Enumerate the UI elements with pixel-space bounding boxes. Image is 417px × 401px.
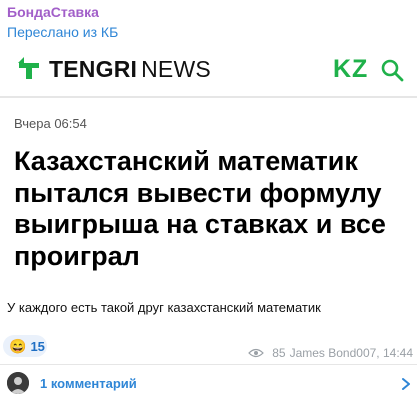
article-headline[interactable]: Казахстанский математик пытался вывести … [14, 146, 404, 272]
logo-text-tengri: TENGRI [49, 55, 138, 82]
site-header: TENGRI NEWS KZ [0, 44, 417, 98]
article-date: Вчера 06:54 [14, 116, 87, 131]
comments-label[interactable]: 1 комментарий [40, 376, 137, 391]
divider [0, 364, 417, 365]
logo-text-news: NEWS [141, 55, 211, 82]
comments-bar[interactable]: 1 комментарий [0, 368, 417, 401]
laugh-emoji-icon: 😄 [9, 337, 27, 354]
person-avatar-icon [7, 372, 29, 394]
forwarded-from[interactable]: Переслано из КБ [7, 24, 118, 40]
article-preview[interactable]: TENGRI NEWS KZ Вчера 06:54 Казахстанский… [0, 44, 417, 288]
tengri-news-logo: TENGRI NEWS [15, 52, 211, 86]
reaction-count: 15 [30, 338, 45, 354]
message-meta: 85 James Bond007, 14:44 [248, 346, 413, 360]
tengri-logo-icon [18, 57, 39, 79]
eye-icon [248, 348, 265, 358]
chevron-right-icon[interactable] [401, 377, 411, 391]
region-label[interactable]: KZ [333, 55, 368, 84]
view-count: 85 [272, 346, 286, 360]
search-icon[interactable] [380, 58, 404, 82]
sender-name[interactable]: БондаСтавка [7, 4, 99, 20]
author-time: James Bond007, 14:44 [289, 346, 413, 360]
avatar [7, 372, 29, 394]
reaction-button[interactable]: 😄 15 [3, 335, 47, 357]
message-text: У каждого есть такой друг казахстанский … [7, 300, 321, 315]
